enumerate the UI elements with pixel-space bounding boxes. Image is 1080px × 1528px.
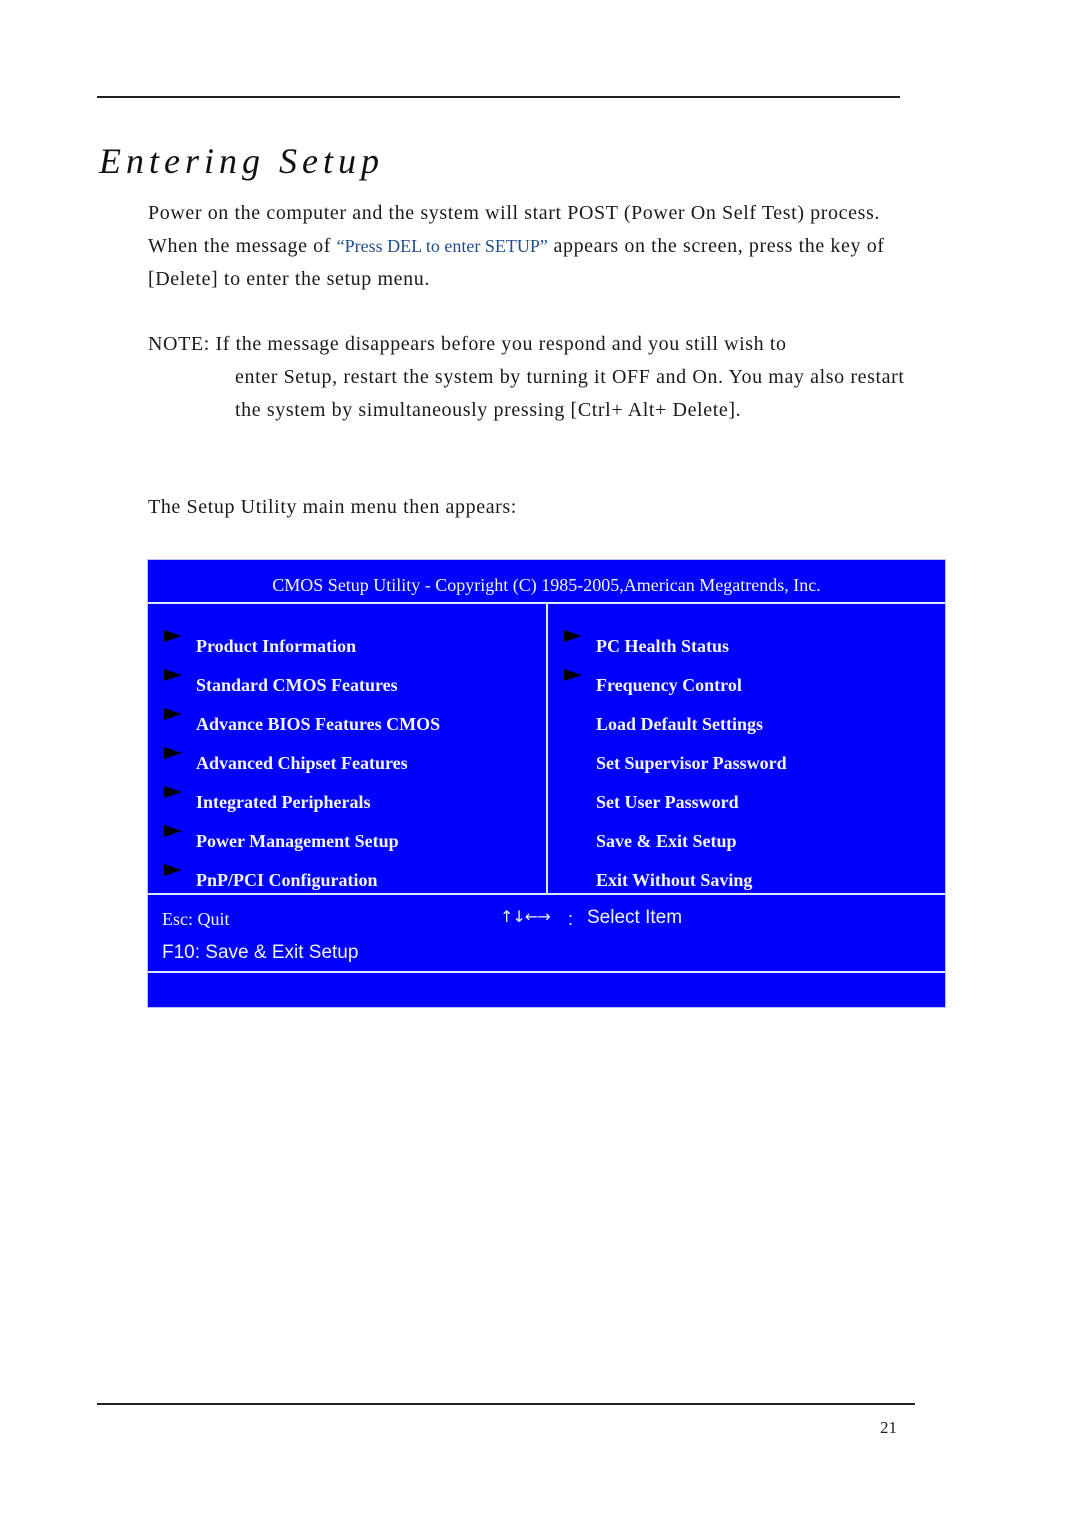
select-item-hint: Select Item [587, 907, 683, 928]
submenu-arrow-icon [164, 864, 182, 876]
bios-menu-item[interactable]: Integrated Peripherals [148, 770, 546, 812]
bios-menu-item[interactable]: Set User Password [548, 770, 945, 812]
bottom-rule [97, 1403, 915, 1405]
bios-menu-item[interactable]: PC Health Status [548, 614, 945, 656]
bios-menu-item[interactable]: PnP/PCI Configuration [148, 848, 546, 890]
submenu-arrow-icon [164, 669, 182, 681]
page-number: 21 [880, 1418, 897, 1437]
bios-right-menu: PC Health Status Frequency Control Load De… [548, 604, 945, 893]
esc-quit-hint: Esc: Quit [162, 909, 230, 929]
bios-menu-item[interactable]: Exit Without Saving [548, 848, 945, 890]
submenu-arrow-icon [164, 786, 182, 798]
note-body: enter Setup, restart the system by turni… [235, 366, 905, 421]
bios-menu-item[interactable]: Frequency Control [548, 653, 945, 695]
arrow-keys-icon: ↑↓←→ [500, 907, 551, 926]
bios-status-bar [148, 973, 945, 1007]
submenu-arrow-icon [564, 630, 582, 642]
page-title: Entering Setup [99, 141, 384, 181]
bios-menu-item-label: Exit Without Saving [596, 870, 753, 890]
bios-header: CMOS Setup Utility - Copyright (C) 1985-… [148, 560, 945, 604]
bios-menu-item[interactable]: Product Information [148, 614, 546, 656]
bios-menu-item[interactable]: Advance BIOS Features CMOS [148, 692, 546, 734]
submenu-arrow-icon [564, 669, 582, 681]
top-rule [97, 96, 900, 98]
note-lead: NOTE: If the message disappears before y… [148, 333, 787, 355]
note-paragraph: NOTE: If the message disappears before y… [148, 328, 908, 427]
bios-menu-item[interactable]: Power Management Setup [148, 809, 546, 851]
f10-save-hint: F10: Save & Exit Setup [162, 942, 359, 963]
bios-menu-item[interactable]: Load Default Settings [548, 692, 945, 734]
submenu-arrow-icon [164, 708, 182, 720]
submenu-arrow-icon [164, 747, 182, 759]
bios-menu-item-label: PnP/PCI Configuration [196, 870, 378, 890]
nav-separator: : [568, 909, 574, 929]
bios-menu-item[interactable]: Set Supervisor Password [548, 731, 945, 773]
setup-prompt-quote: “Press DEL to enter SETUP” [336, 236, 548, 256]
bios-setup-screen: CMOS Setup Utility - Copyright (C) 1985-… [147, 559, 946, 1008]
intro-paragraph: Power on the computer and the system wil… [148, 197, 908, 296]
bios-left-menu: Product Information Standard CMOS Feature… [148, 604, 548, 893]
menu-intro-text: The Setup Utility main menu then appears… [148, 496, 517, 518]
submenu-arrow-icon [164, 825, 182, 837]
bios-menu-item[interactable]: Advanced Chipset Features [148, 731, 546, 773]
bios-menu-item[interactable]: Standard CMOS Features [148, 653, 546, 695]
bios-footer: Esc: Quit F10: Save & Exit Setup ↑↓←→ : … [148, 893, 945, 973]
submenu-arrow-icon [164, 630, 182, 642]
bios-menu-item[interactable]: Save & Exit Setup [548, 809, 945, 851]
